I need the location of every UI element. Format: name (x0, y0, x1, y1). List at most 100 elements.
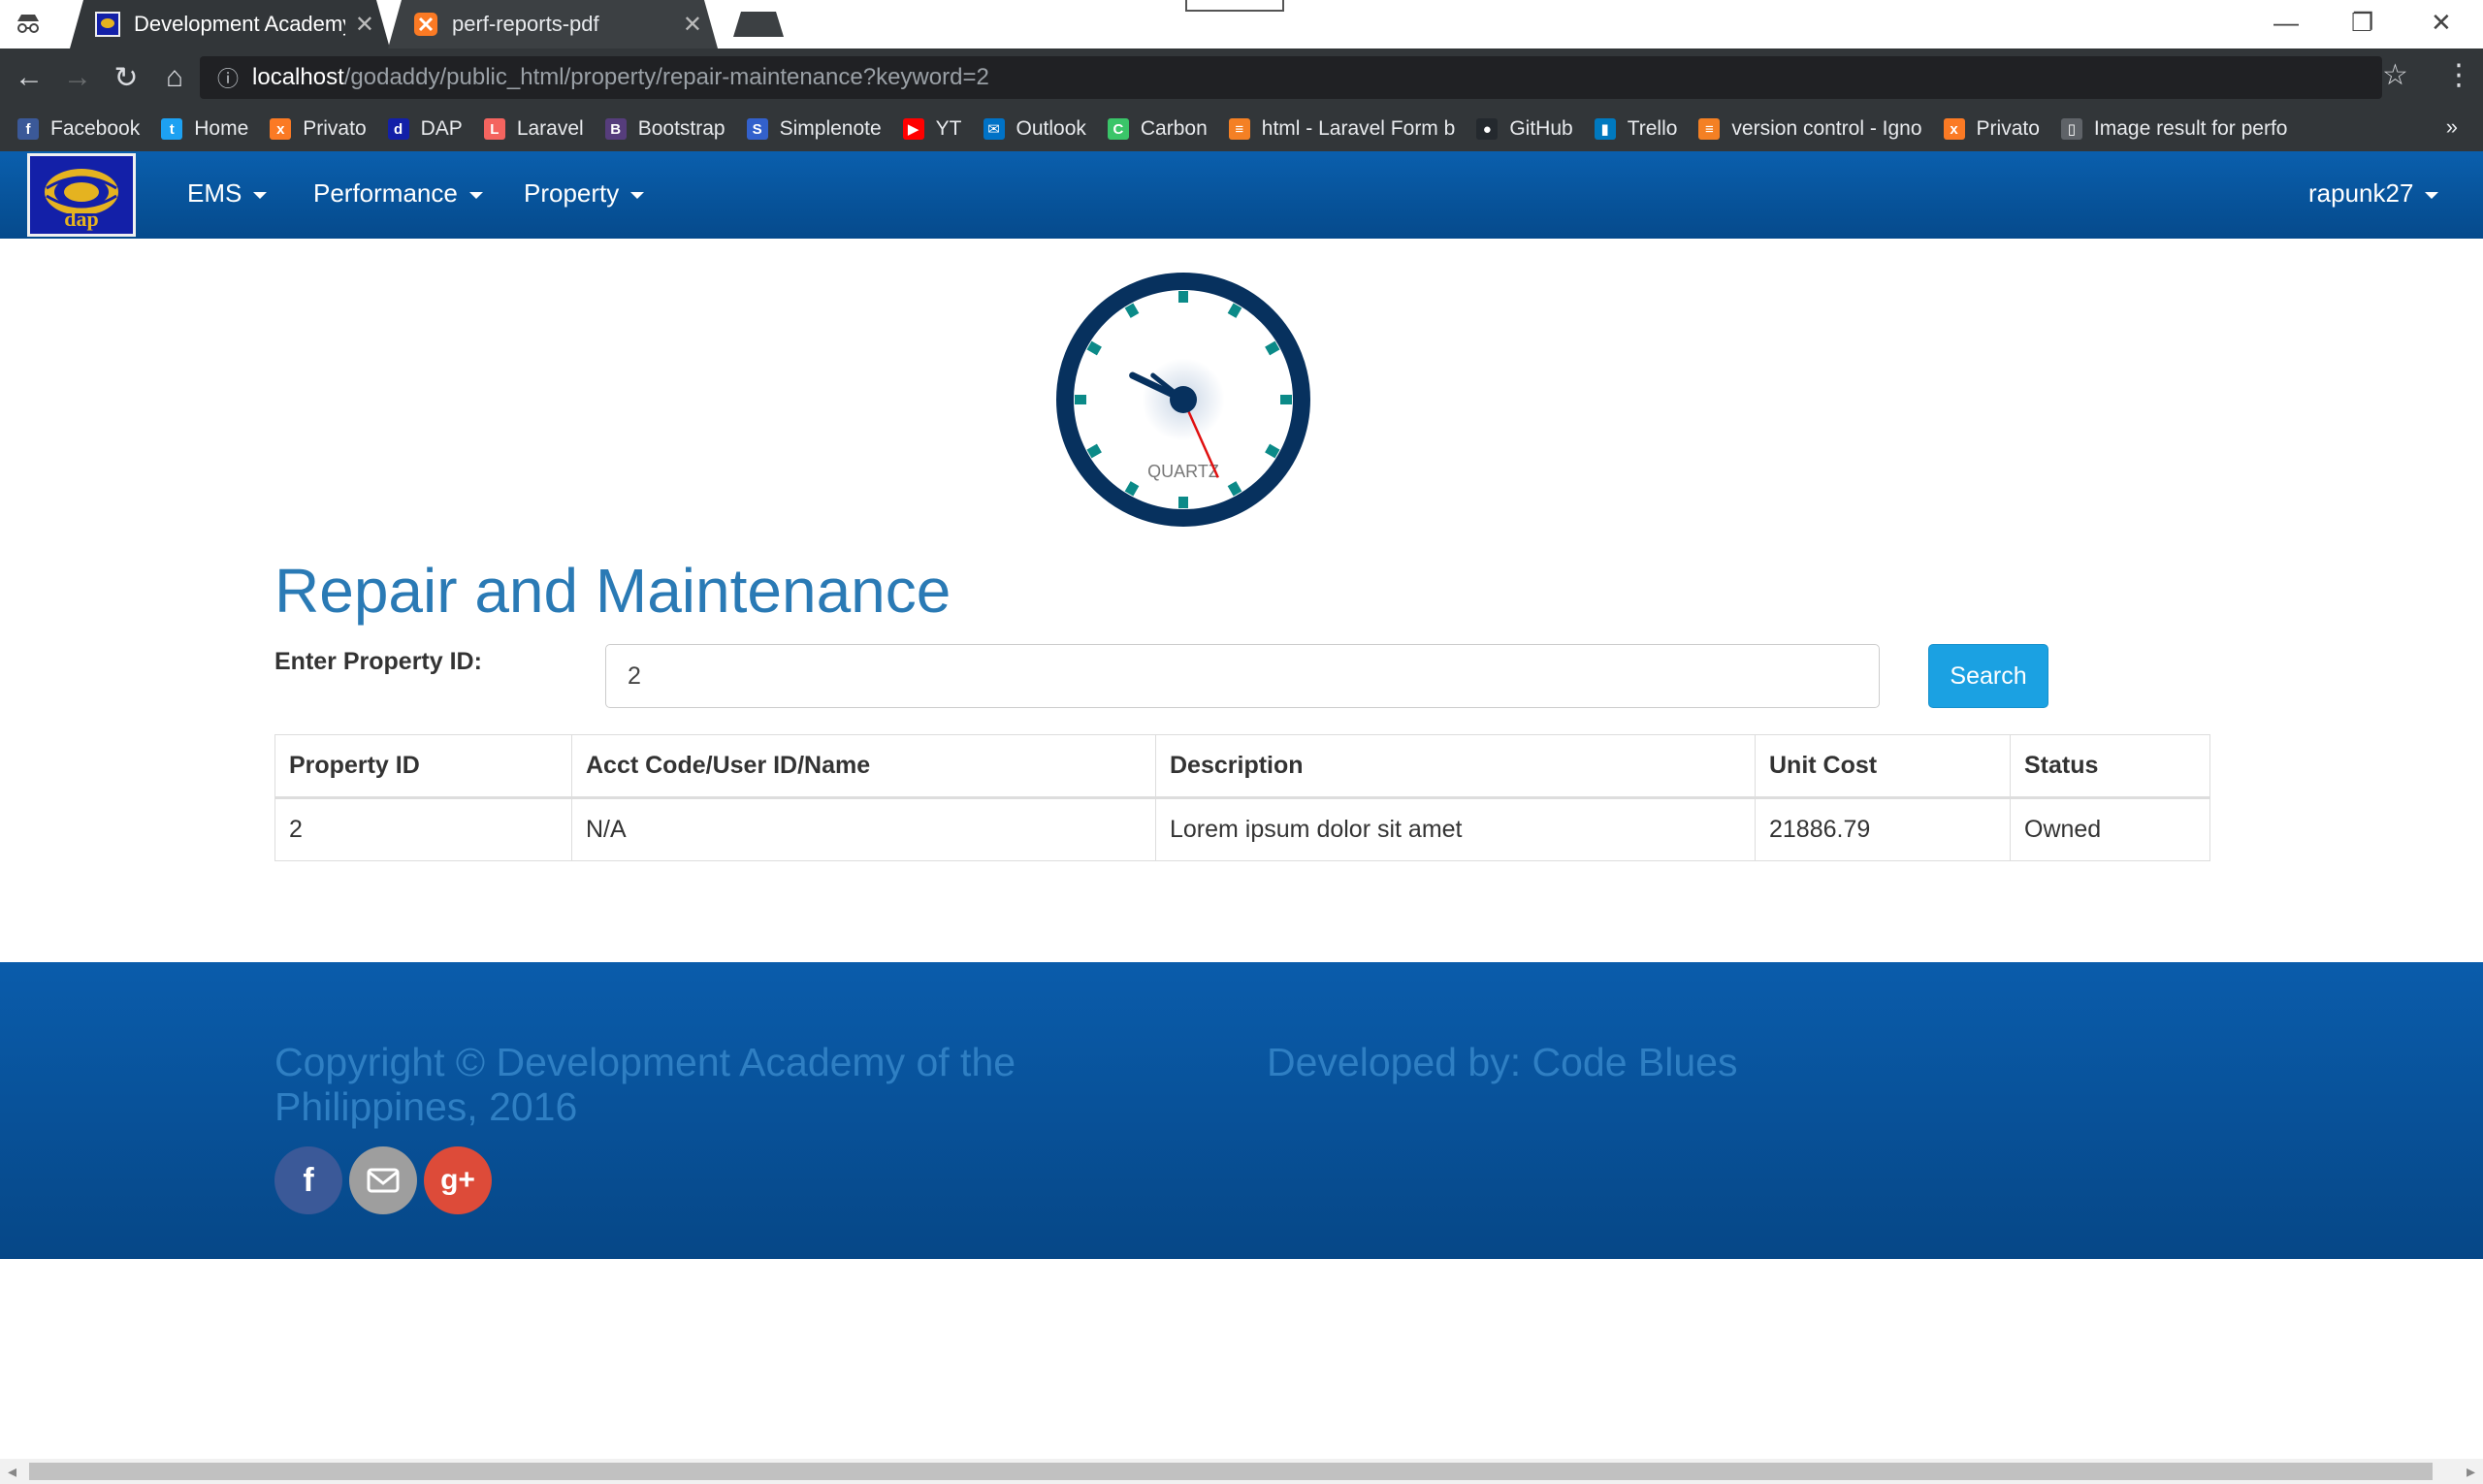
bookmark-item[interactable]: x Privato (270, 117, 367, 141)
bookmark-item[interactable]: ● GitHub (1476, 117, 1573, 141)
bookmark-item[interactable]: ≡ version control - Igno (1698, 117, 1922, 141)
window-drag-handle[interactable] (1185, 0, 1284, 12)
cell-acct-code: N/A (571, 797, 1156, 861)
xampp-icon: x (1943, 118, 1965, 140)
bookmark-item[interactable]: ≡ html - Laravel Form b (1228, 117, 1456, 141)
minimize-icon[interactable]: — (2273, 8, 2299, 38)
trello-icon: ▮ (1594, 118, 1616, 140)
bookmarks-overflow-icon[interactable]: » (2446, 114, 2458, 140)
browser-menu-icon[interactable]: ⋮ (2444, 58, 2473, 92)
close-tab-icon[interactable]: ✕ (355, 11, 374, 39)
property-id-input[interactable] (605, 644, 1880, 708)
stackoverflow-icon: ≡ (1228, 118, 1250, 140)
search-button[interactable]: Search (1928, 644, 2048, 708)
clock-tick (1265, 340, 1280, 356)
analog-clock: QUARTZ (1056, 273, 1310, 527)
bookmark-item[interactable]: ▮ Trello (1594, 117, 1677, 141)
back-icon[interactable]: ← (10, 58, 48, 97)
bookmark-item[interactable]: f Facebook (17, 117, 140, 141)
logo-text: DAP (64, 207, 99, 231)
bookmark-label: Laravel (516, 117, 584, 140)
clock-tick (1124, 303, 1140, 318)
table-header-row: Property ID Acct Code/User ID/Name Descr… (274, 734, 2210, 799)
bookmark-label: Privato (1976, 117, 2040, 140)
carbon-icon: C (1107, 118, 1129, 140)
username: rapunk27 (2308, 178, 2414, 208)
clock-tick (1265, 443, 1280, 459)
page-title: Repair and Maintenance (274, 556, 951, 626)
address-bar[interactable]: ⓘ localhost/godaddy/public_html/property… (200, 56, 2382, 99)
simplenote-icon: S (746, 118, 768, 140)
dap-logo[interactable]: DAP (27, 153, 136, 237)
scroll-left-icon[interactable]: ◂ (8, 1459, 16, 1484)
reload-icon[interactable]: ↻ (107, 58, 145, 97)
table-row: 2 N/A Lorem ipsum dolor sit amet 21886.7… (274, 797, 2210, 861)
incognito-icon (17, 15, 39, 33)
dap-favicon-icon (95, 12, 120, 37)
clock-tick (1227, 481, 1242, 497)
facebook-icon[interactable]: f (274, 1146, 342, 1214)
bookmark-item[interactable]: L Laravel (483, 117, 584, 141)
scrollbar-thumb[interactable] (29, 1463, 2433, 1480)
bookmark-label: Image result for perfo (2093, 117, 2288, 140)
close-window-icon[interactable]: ✕ (2431, 8, 2452, 38)
info-icon[interactable]: ⓘ (217, 62, 239, 93)
bookmark-item[interactable]: B Bootstrap (604, 117, 726, 141)
url-path: /godaddy/public_html/property/repair-mai… (343, 64, 989, 90)
close-tab-icon[interactable]: ✕ (683, 11, 702, 39)
tab-title: Development Academy of the Philippines (134, 12, 345, 36)
bookmark-item[interactable]: t Home (161, 117, 248, 141)
forward-icon[interactable]: → (58, 58, 97, 97)
bookmark-label: Carbon (1140, 117, 1208, 140)
bookmark-label: Bootstrap (637, 117, 726, 140)
bookmark-star-icon[interactable]: ☆ (2382, 58, 2408, 92)
nav-ems[interactable]: EMS (187, 178, 268, 209)
property-id-label: Enter Property ID: (274, 648, 482, 675)
nav-property-label: Property (524, 178, 620, 208)
restore-icon[interactable]: ❐ (2351, 8, 2373, 38)
bookmark-item[interactable]: ▯ Image result for perfo (2060, 117, 2288, 141)
nav-user-menu[interactable]: rapunk27 (2308, 178, 2439, 209)
page-icon: ▯ (2060, 118, 2082, 140)
nav-performance-label: Performance (313, 178, 458, 208)
bootstrap-icon: B (604, 118, 627, 140)
bookmark-item[interactable]: ▶ YT (902, 117, 962, 141)
tab-development-academy[interactable]: Development Academy of the Philippines ✕ (70, 0, 390, 48)
bookmark-label: version control - Igno (1731, 117, 1922, 140)
bookmark-item[interactable]: S Simplenote (746, 117, 882, 141)
caret-down-icon (253, 192, 268, 199)
col-status: Status (2010, 734, 2210, 799)
bookmarks-bar: f Facebook t Home x Privato d DAP L Laravel B Boots… (0, 107, 2483, 151)
email-icon[interactable] (349, 1146, 417, 1214)
clock-tick (1086, 443, 1102, 459)
bookmark-item[interactable]: ✉ Outlook (983, 117, 1086, 141)
url-host: localhost (252, 64, 344, 90)
github-icon: ● (1476, 118, 1499, 140)
nav-performance[interactable]: Performance (313, 178, 483, 209)
clock-brand: QUARTZ (1147, 462, 1219, 481)
site-footer: Copyright © Development Academy of the P… (0, 962, 2483, 1259)
xampp-favicon-icon (414, 13, 437, 36)
new-tab-button[interactable] (733, 12, 784, 37)
clock-tick (1227, 303, 1242, 318)
google-plus-icon[interactable]: g+ (424, 1146, 492, 1214)
cell-unit-cost: 21886.79 (1755, 797, 2011, 861)
laravel-icon: L (483, 118, 505, 140)
site-navbar: DAP EMS Performance Property rapunk27 (0, 151, 2483, 239)
bookmark-item[interactable]: C Carbon (1107, 117, 1208, 141)
bookmark-label: html - Laravel Form b (1261, 117, 1456, 140)
cell-property-id: 2 (274, 797, 572, 861)
col-acct-code: Acct Code/User ID/Name (571, 734, 1156, 799)
tab-perf-reports-pdf[interactable]: perf-reports-pdf ✕ (388, 0, 718, 48)
scroll-right-icon[interactable]: ▸ (2467, 1459, 2475, 1484)
caret-down-icon (2425, 192, 2439, 199)
twitter-icon: t (161, 118, 183, 140)
horizontal-scrollbar[interactable]: ◂ ▸ (0, 1459, 2483, 1484)
bookmark-item[interactable]: x Privato (1943, 117, 2040, 141)
bookmark-label: Simplenote (779, 117, 882, 140)
home-icon[interactable]: ⌂ (155, 58, 194, 97)
nav-property[interactable]: Property (524, 178, 645, 209)
bookmark-label: GitHub (1509, 117, 1573, 140)
bookmark-item[interactable]: d DAP (387, 117, 463, 141)
developed-by-text: Developed by: Code Blues (1267, 1040, 1738, 1084)
